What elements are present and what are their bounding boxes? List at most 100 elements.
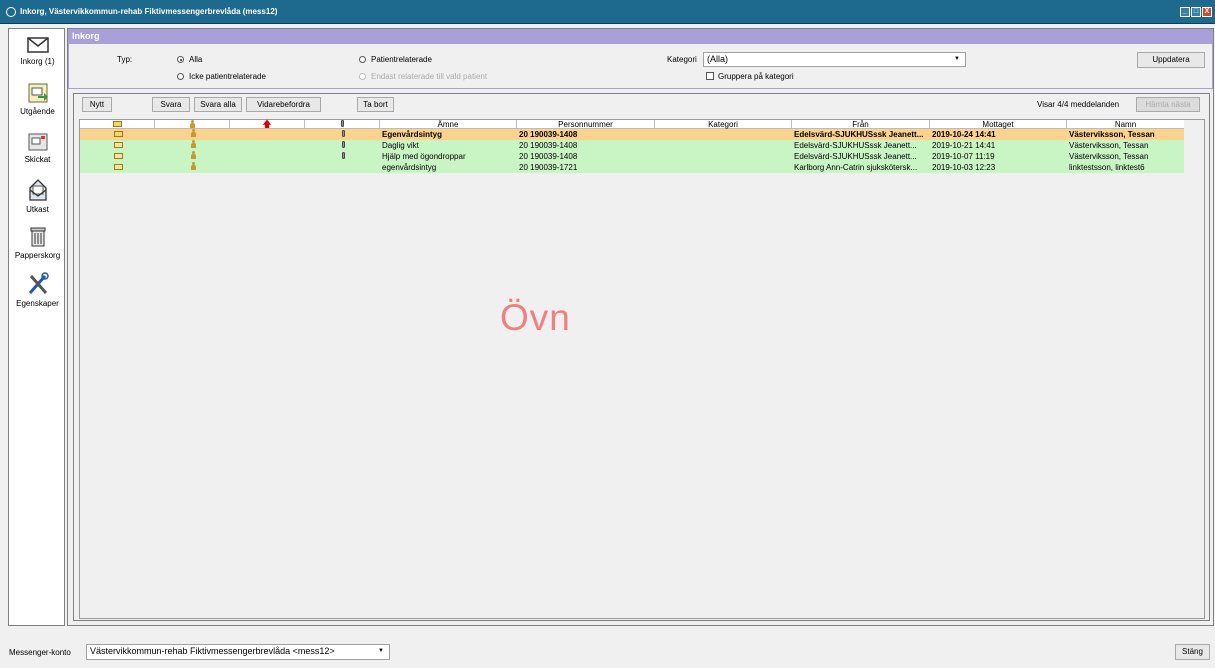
namn-cell: linktestsson, linktest6 [1069, 163, 1145, 172]
checkbox-indicator [706, 72, 714, 80]
table-row[interactable]: Egenvårdsintyg 20 190039-1408 Edelsvärd-… [80, 129, 1184, 140]
envelope-open-icon [114, 164, 123, 170]
ta-bort-button[interactable]: Ta bort [357, 97, 394, 112]
sidebar-item-inkorg[interactable]: Inkorg (1) [9, 35, 66, 66]
sidebar-item-papperskorg[interactable]: Papperskorg [9, 223, 66, 260]
mottaget-cell: 2019-10-21 14:41 [932, 141, 996, 150]
fran-cell: Edelsvärd-SJUKHUSssk Jeanett... [794, 152, 917, 161]
table-row[interactable]: egenvårdsintyg 20 190039-1721 Karlborg A… [80, 162, 1184, 173]
radio-label: Patientrelaterade [371, 55, 432, 64]
kategori-selected-value: (Alla) [707, 54, 729, 64]
trash-icon [30, 227, 45, 247]
table-row[interactable]: Daglig vikt 20 190039-1408 Edelsvärd-SJU… [80, 140, 1184, 151]
draft-icon [28, 179, 47, 201]
status-cell [80, 162, 155, 173]
attachment-icon [342, 130, 345, 137]
restore-button[interactable]: □ [1191, 7, 1201, 17]
namn-cell: Västerviksson, Tessan [1069, 130, 1155, 139]
window-titlebar: Inkorg, Västervikkommun-rehab Fiktivmess… [0, 0, 1215, 24]
messenger-konto-select[interactable]: Västervikkommun-rehab Fiktivmessengerbre… [86, 644, 390, 660]
vidarebefordra-button[interactable]: Vidarebefordra [246, 97, 321, 112]
column-header-kategori[interactable]: Kategori [655, 120, 792, 129]
attachment-icon [342, 152, 345, 159]
column-header-namn[interactable]: Namn [1067, 120, 1184, 129]
priority-cell [230, 140, 305, 151]
sidebar-item-utkast[interactable]: Utkast [9, 177, 66, 214]
column-header-priority[interactable]: 🡅 [230, 120, 305, 129]
sent-icon [28, 133, 47, 151]
konto-label: Messenger-konto [9, 648, 71, 657]
radio-patientrelaterade[interactable]: Patientrelaterade [359, 55, 432, 64]
person-icon [191, 140, 196, 148]
sidebar-item-utgaende[interactable]: Utgående [9, 81, 66, 116]
sidebar-item-skickat[interactable]: Skickat [9, 131, 66, 164]
message-list-panel: Nytt Svara Svara alla Vidarebefordra Ta … [73, 93, 1210, 621]
radio-endast-vald-patient[interactable]: Endast relaterade till vald patient [359, 72, 487, 81]
attachment-icon [342, 141, 345, 148]
radio-indicator [359, 56, 366, 63]
uppdatera-button[interactable]: Uppdatera [1137, 52, 1205, 68]
page-title: Inkorg [68, 29, 1213, 43]
attachment-cell [305, 151, 380, 162]
radio-label: Icke patientrelaterade [189, 72, 266, 81]
sidebar-item-label: Utkast [26, 205, 49, 214]
kategori-label: Kategori [667, 55, 697, 64]
close-window-button[interactable]: X [1202, 7, 1212, 17]
column-header-personnummer[interactable]: Personnummer [517, 120, 655, 129]
mottaget-cell: 2019-10-24 14:41 [932, 130, 996, 139]
kategori-select[interactable]: (Alla) ▼ [703, 52, 966, 67]
column-header-amne[interactable]: Ämne [380, 120, 517, 129]
kategori-cell [655, 129, 792, 140]
radio-indicator [177, 73, 184, 80]
status-cell [80, 151, 155, 162]
svara-alla-button[interactable]: Svara alla [194, 97, 242, 112]
table-header: 🡅 Ämne Personnummer Kategori Från Mottag… [80, 120, 1184, 129]
priority-arrow-icon: 🡅 [262, 119, 272, 129]
minimize-button[interactable]: _ [1180, 7, 1190, 17]
column-header-mottaget[interactable]: Mottaget [930, 120, 1067, 129]
konto-selected-value: Västervikkommun-rehab Fiktivmessengerbre… [90, 646, 335, 656]
tools-icon [28, 272, 49, 294]
attachment-cell [305, 129, 380, 140]
column-header-patient[interactable] [155, 120, 230, 129]
namn-cell: Västerviksson, Tessan [1069, 152, 1149, 161]
folder-sidebar: Inkorg (1) Utgående Skickat Utkast Pappe… [8, 28, 65, 626]
personnummer-cell: 20 190039-1408 [519, 130, 578, 139]
amne-cell: Egenvårdsintyg [382, 130, 443, 139]
kategori-cell [655, 151, 792, 162]
radio-label: Endast relaterade till vald patient [371, 72, 488, 81]
patient-cell [155, 162, 230, 173]
person-icon [191, 151, 196, 159]
radio-indicator [177, 56, 184, 63]
envelope-open-icon [114, 153, 123, 159]
radio-icke-patientrelaterade[interactable]: Icke patientrelaterade [177, 72, 266, 81]
app-icon [6, 6, 16, 17]
radio-alla[interactable]: Alla [177, 55, 202, 64]
attachment-icon [340, 120, 344, 127]
table-row[interactable]: Hjälp med ögondroppar 20 190039-1408 Ede… [80, 151, 1184, 162]
nytt-button[interactable]: Nytt [82, 97, 112, 112]
gruppera-checkbox[interactable]: Gruppera på kategori [706, 72, 794, 81]
personnummer-cell: 20 190039-1408 [519, 141, 578, 150]
priority-cell [230, 151, 305, 162]
person-icon [191, 129, 196, 137]
chevron-down-icon: ▼ [378, 648, 384, 654]
outbox-icon [28, 83, 48, 103]
amne-cell: egenvårdsintyg [382, 163, 437, 172]
person-icon [191, 162, 196, 170]
svara-button[interactable]: Svara [152, 97, 190, 112]
mottaget-cell: 2019-10-07 11:19 [932, 152, 995, 161]
column-header-status[interactable] [80, 120, 155, 129]
patient-cell [155, 151, 230, 162]
attachment-cell [305, 162, 380, 173]
column-header-attachment[interactable] [305, 120, 380, 129]
chevron-down-icon: ▼ [954, 56, 960, 62]
sidebar-item-label: Papperskorg [14, 251, 61, 260]
stang-button[interactable]: Stäng [1175, 644, 1210, 660]
envelope-icon [114, 131, 123, 137]
sidebar-item-egenskaper[interactable]: Egenskaper [9, 271, 66, 308]
hamta-nasta-button[interactable]: Hämta nästa [1136, 97, 1200, 112]
column-header-fran[interactable]: Från [792, 120, 930, 129]
radio-label: Alla [189, 55, 203, 64]
fran-cell: Karlborg Ann-Catrin sjukskötersk... [794, 163, 918, 172]
